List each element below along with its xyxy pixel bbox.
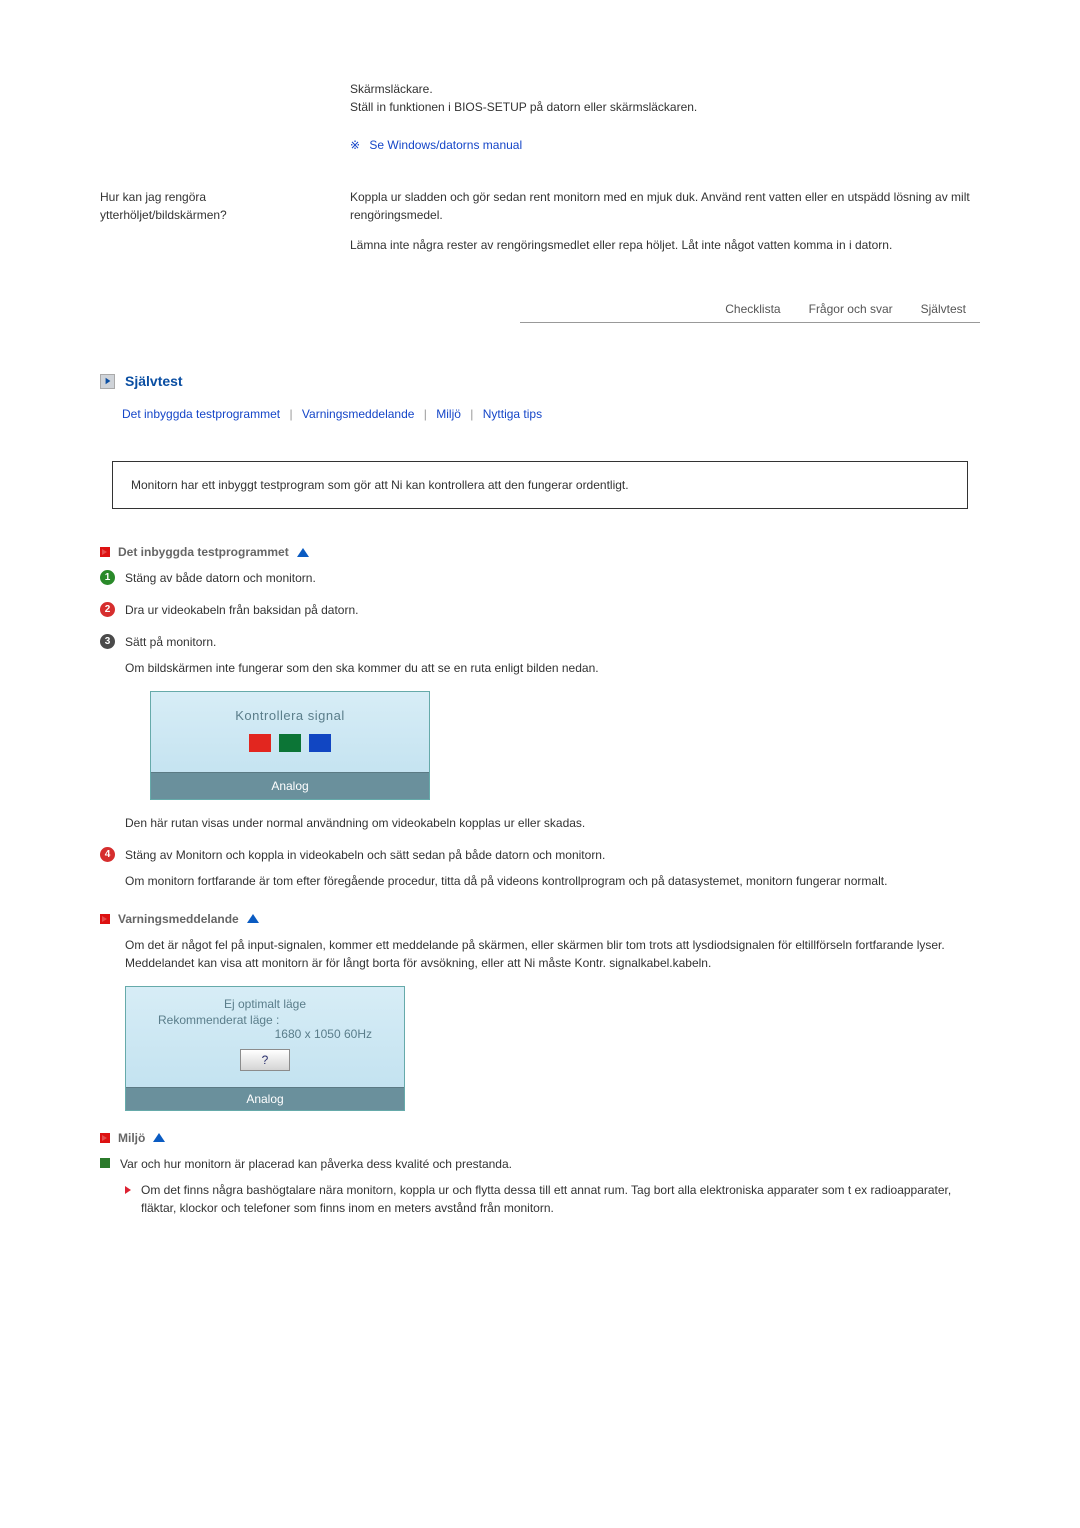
step-badge-3: 3: [100, 634, 115, 649]
step-4-extra: Om monitorn fortfarande är tom efter för…: [125, 872, 980, 890]
arrow-bullet-icon: [125, 1186, 131, 1194]
monitor2-line3: 1680 x 1050 60Hz: [136, 1027, 394, 1041]
section-icon: [100, 374, 115, 389]
monitor2-line1: Ej optimalt läge: [136, 997, 394, 1011]
step-2: Dra ur videokabeln från baksidan på dato…: [125, 601, 980, 619]
red-square-icon: [100, 914, 110, 924]
screensaver-line2: Ställ in funktionen i BIOS-SETUP på dato…: [350, 100, 697, 114]
miljo-bullet-1: Var och hur monitorn är placerad kan påv…: [120, 1155, 980, 1173]
swatch-blue: [309, 734, 331, 752]
sub2-body: Om det är något fel på input-signalen, k…: [125, 936, 980, 972]
sub2-title: Varningsmeddelande: [118, 912, 239, 926]
step-badge-1: 1: [100, 570, 115, 585]
faq-question: Hur kan jag rengöra ytterhöljet/bildskär…: [100, 188, 330, 224]
sub1-title: Det inbyggda testprogrammet: [118, 545, 289, 559]
monitor1-title: Kontrollera signal: [151, 692, 429, 726]
monitor2-footer: Analog: [126, 1087, 404, 1110]
tab-sjalvtest[interactable]: Självtest: [907, 296, 980, 322]
swatch-red: [249, 734, 271, 752]
sublink-varning[interactable]: Varningsmeddelande: [302, 407, 415, 421]
faq-answer-2: Lämna inte några rester av rengöringsmed…: [350, 236, 980, 254]
tab-bar: Checklista Frågor och svar Självtest: [520, 296, 980, 323]
screensaver-line1: Skärmsläckare.: [350, 82, 433, 96]
monitor-dialog-2: Ej optimalt läge Rekommenderat läge : 16…: [125, 986, 405, 1111]
monitor2-help-button[interactable]: ?: [240, 1049, 290, 1071]
sublink-miljo[interactable]: Miljö: [436, 407, 461, 421]
tab-fragor-och-svar[interactable]: Frågor och svar: [795, 296, 907, 322]
section-sublinks: Det inbyggda testprogrammet | Varningsme…: [122, 407, 980, 421]
step-4: Stäng av Monitorn och koppla in videokab…: [125, 846, 980, 864]
red-square-icon: [100, 547, 110, 557]
step-1: Stäng av både datorn och monitorn.: [125, 569, 980, 587]
sub3-title: Miljö: [118, 1131, 145, 1145]
tab-checklista[interactable]: Checklista: [711, 296, 794, 322]
sublink-nyttiga-tips[interactable]: Nyttiga tips: [483, 407, 542, 421]
step-3: Sätt på monitorn.: [125, 633, 980, 651]
monitor1-footer: Analog: [151, 772, 429, 799]
step-badge-2: 2: [100, 602, 115, 617]
step-badge-4: 4: [100, 847, 115, 862]
scroll-top-icon[interactable]: [297, 548, 309, 557]
section-title: Självtest: [125, 373, 183, 389]
asterisk-icon: ※: [350, 138, 360, 152]
faq-answer-1: Koppla ur sladden och gör sedan rent mon…: [350, 188, 980, 224]
sublink-testprogram[interactable]: Det inbyggda testprogrammet: [122, 407, 280, 421]
monitor2-line2: Rekommenderat läge :: [136, 1013, 394, 1027]
green-square-icon: [100, 1158, 110, 1168]
intro-box: Monitorn har ett inbyggt testprogram som…: [112, 461, 968, 509]
scroll-top-icon[interactable]: [247, 914, 259, 923]
scroll-top-icon[interactable]: [153, 1133, 165, 1142]
manual-link[interactable]: Se Windows/datorns manual: [369, 138, 522, 152]
miljo-subbullet-1: Om det finns några bashögtalare nära mon…: [141, 1181, 980, 1217]
rgb-swatches: [151, 734, 429, 752]
red-square-icon: [100, 1133, 110, 1143]
swatch-green: [279, 734, 301, 752]
monitor-dialog-1: Kontrollera signal Analog: [150, 691, 430, 800]
step-3-extra: Om bildskärmen inte fungerar som den ska…: [125, 659, 980, 677]
step-3-note: Den här rutan visas under normal användn…: [125, 814, 980, 832]
top-text-block: Skärmsläckare. Ställ in funktionen i BIO…: [350, 80, 980, 166]
